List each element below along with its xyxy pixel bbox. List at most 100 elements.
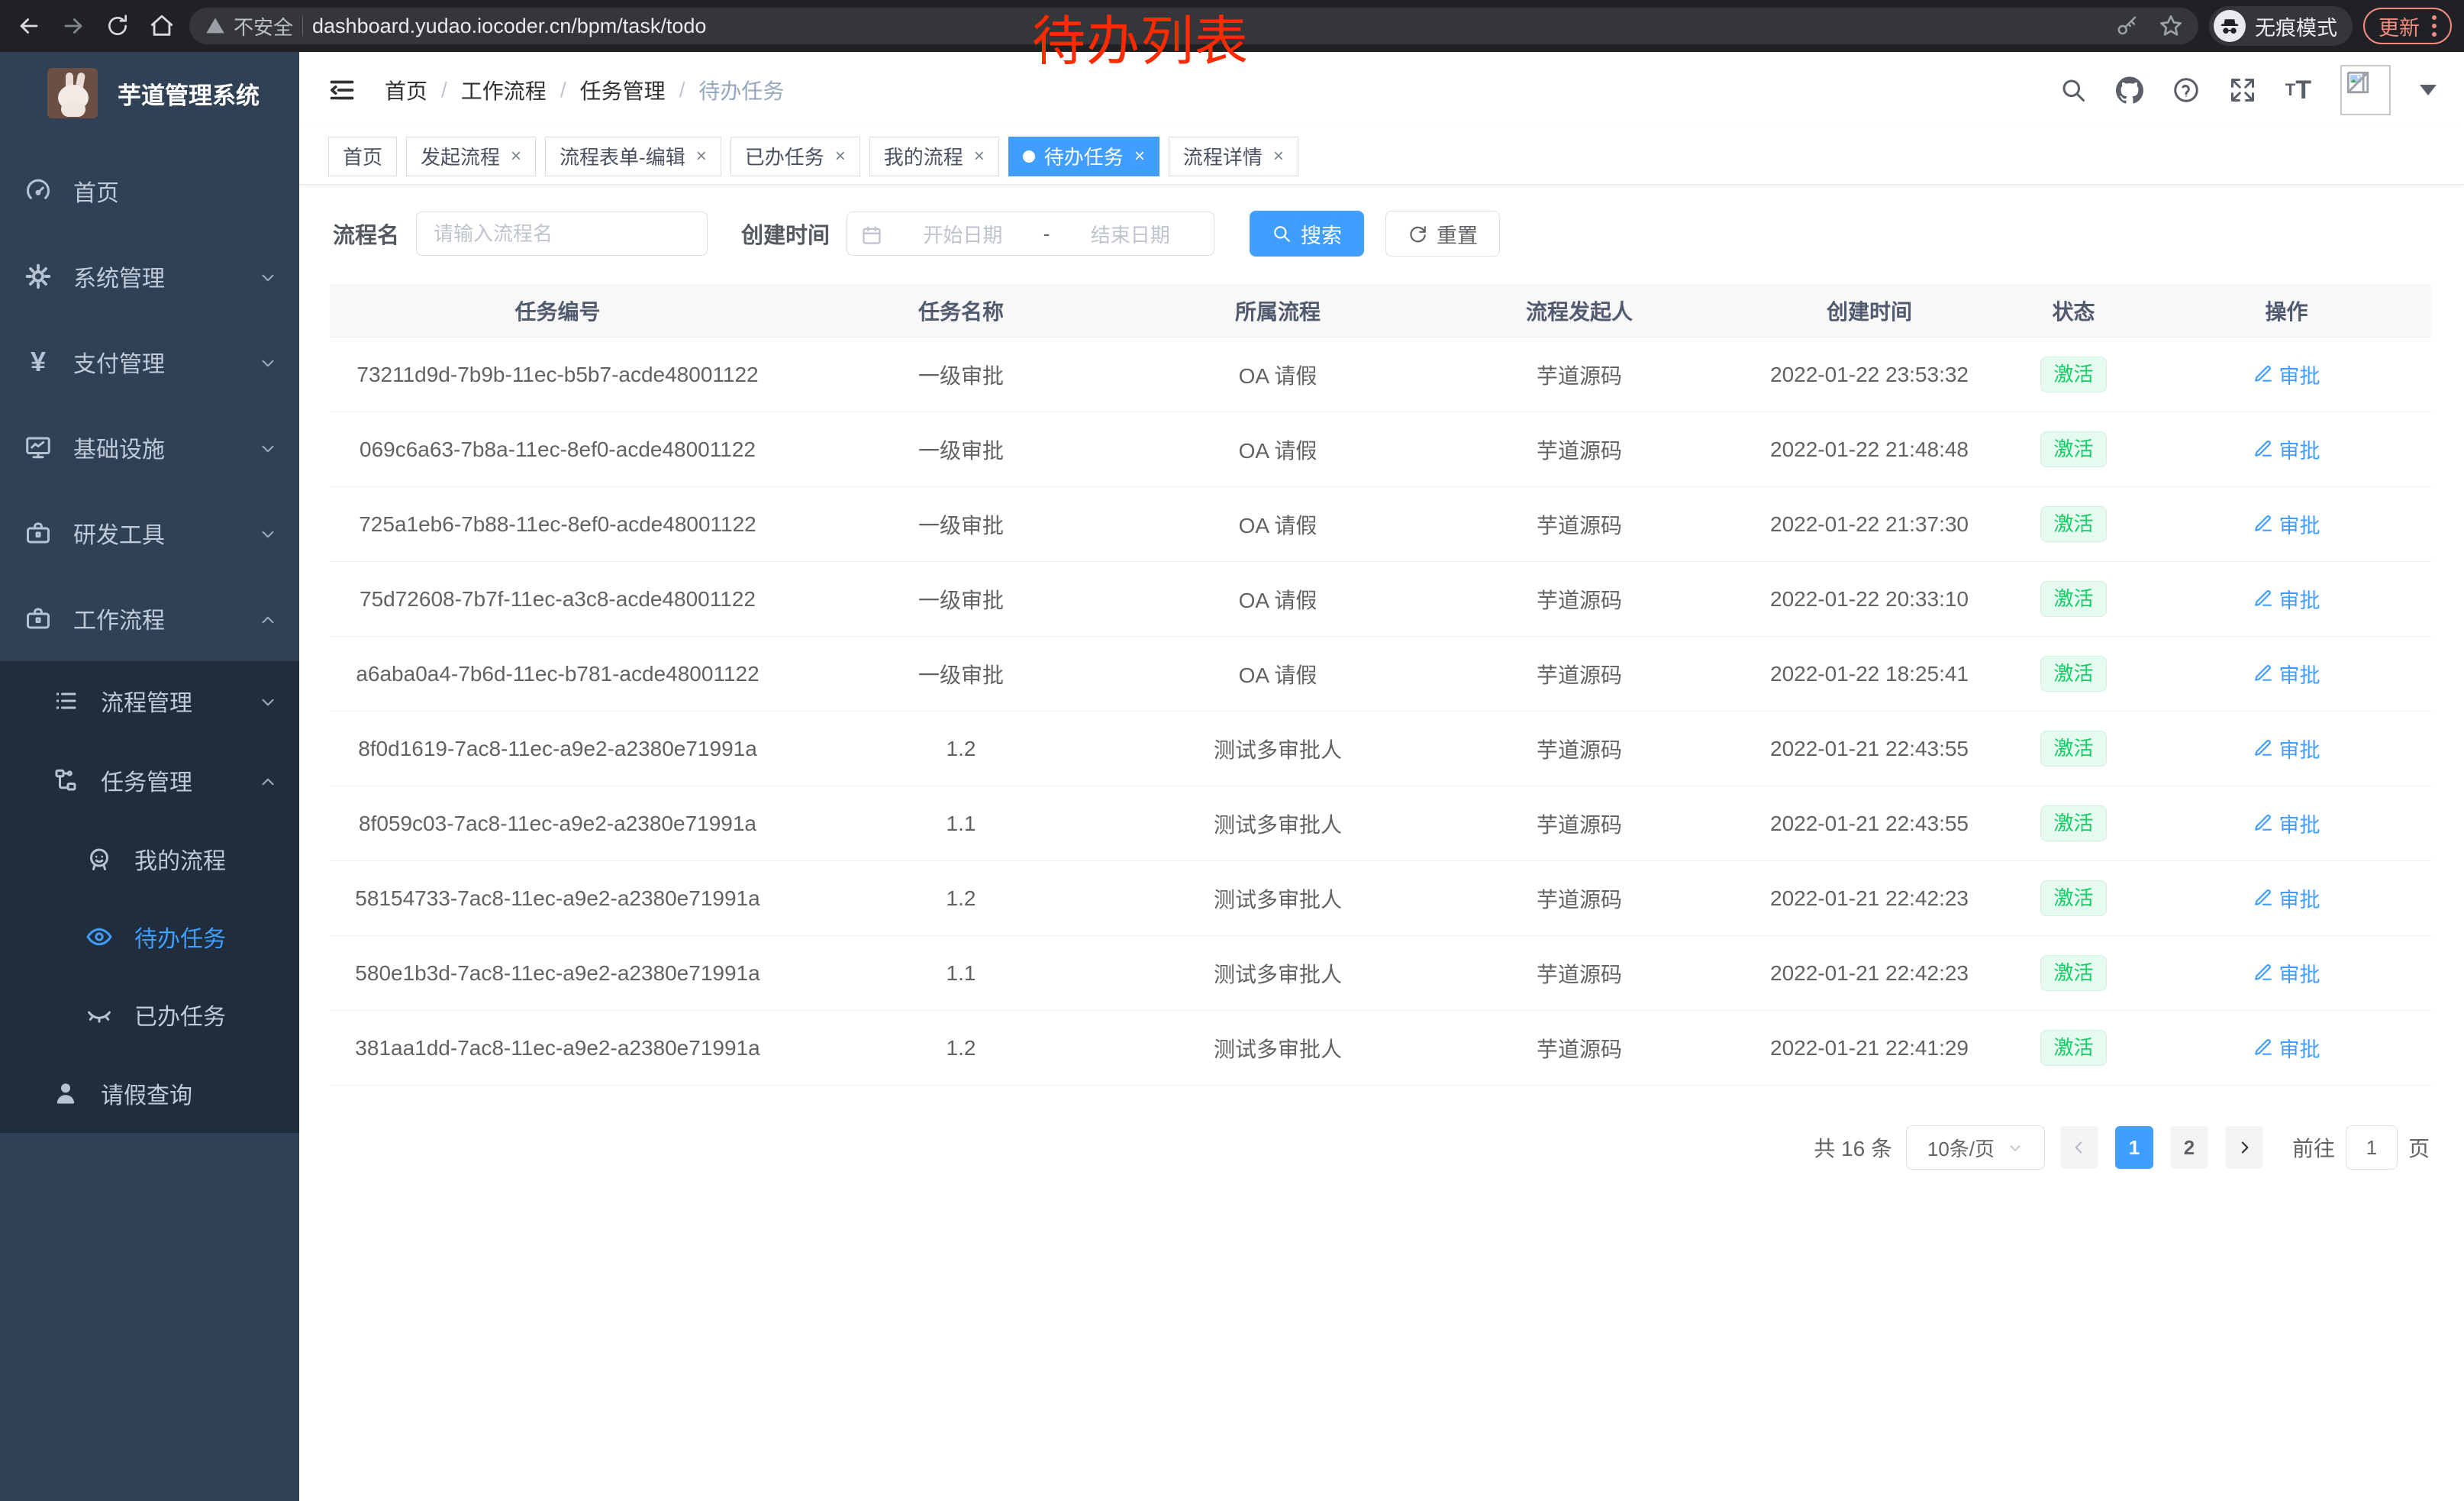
avatar[interactable] bbox=[2340, 65, 2391, 115]
task-id: 381aa1dd-7ac8-11ec-a9e2-a2380e71991a bbox=[330, 1036, 785, 1060]
search-icon[interactable] bbox=[2059, 76, 2087, 104]
sidebar-toggle-icon[interactable] bbox=[328, 76, 359, 104]
tab-form-edit[interactable]: 流程表单-编辑× bbox=[545, 137, 721, 176]
browser-menu-icon[interactable] bbox=[2432, 15, 2437, 37]
browser-forward-icon[interactable] bbox=[56, 9, 90, 43]
approve-link[interactable]: 审批 bbox=[2253, 659, 2320, 689]
browser-back-icon[interactable] bbox=[12, 9, 46, 43]
sidebar-item-done-tasks[interactable]: 已办任务 bbox=[0, 976, 299, 1054]
avatar-dropdown-icon[interactable] bbox=[2420, 85, 2437, 95]
tab-home[interactable]: 首页 bbox=[328, 137, 397, 176]
task-process: 测试多审批人 bbox=[1137, 1033, 1419, 1064]
sidebar-item-devtools[interactable]: 研发工具 bbox=[0, 490, 299, 576]
search-button[interactable]: 搜索 bbox=[1250, 211, 1364, 257]
approve-link[interactable]: 审批 bbox=[2253, 883, 2320, 913]
update-button[interactable]: 更新 bbox=[2363, 8, 2452, 44]
table-row: 8f059c03-7ac8-11ec-a9e2-a2380e71991a 1.1… bbox=[330, 786, 2431, 861]
sidebar-item-payment[interactable]: ¥ 支付管理 bbox=[0, 319, 299, 405]
task-name: 1.2 bbox=[785, 1036, 1137, 1060]
close-icon[interactable]: × bbox=[974, 146, 985, 167]
sidebar-item-system[interactable]: 系统管理 bbox=[0, 234, 299, 319]
tags-view: 首页 发起流程× 流程表单-编辑× 已办任务× 我的流程× 待办任务× 流程详情… bbox=[299, 128, 2464, 185]
sidebar-menu: 首页 系统管理 ¥ 支付管理 bbox=[0, 148, 299, 1133]
sidebar-item-process-mgmt[interactable]: 流程管理 bbox=[0, 661, 299, 741]
task-name: 1.2 bbox=[785, 737, 1137, 761]
task-name: 1.1 bbox=[785, 961, 1137, 986]
process-name-input[interactable] bbox=[416, 211, 708, 256]
approve-link[interactable]: 审批 bbox=[2253, 584, 2320, 614]
key-icon[interactable] bbox=[2116, 15, 2139, 37]
task-starter: 芋道源码 bbox=[1419, 883, 1740, 914]
task-time: 2022-01-22 23:53:32 bbox=[1740, 363, 1999, 387]
reset-button[interactable]: 重置 bbox=[1385, 211, 1500, 257]
page-button-1[interactable]: 1 bbox=[2115, 1126, 2153, 1169]
help-icon[interactable] bbox=[2172, 76, 2200, 104]
task-starter: 芋道源码 bbox=[1419, 360, 1740, 390]
browser-reload-icon[interactable] bbox=[101, 9, 134, 43]
page-button-2[interactable]: 2 bbox=[2170, 1126, 2208, 1169]
approve-link[interactable]: 审批 bbox=[2253, 1033, 2320, 1063]
task-name: 1.2 bbox=[785, 886, 1137, 911]
list-icon bbox=[50, 687, 81, 715]
sidebar-item-leave-query[interactable]: 请假查询 bbox=[0, 1054, 299, 1133]
breadcrumb-home[interactable]: 首页 bbox=[385, 75, 427, 105]
close-icon[interactable]: × bbox=[1134, 146, 1145, 167]
tab-process-detail[interactable]: 流程详情× bbox=[1169, 137, 1298, 176]
approve-link[interactable]: 审批 bbox=[2253, 734, 2320, 763]
fullscreen-icon[interactable] bbox=[2229, 76, 2256, 104]
task-time: 2022-01-21 22:42:23 bbox=[1740, 886, 1999, 911]
task-name: 一级审批 bbox=[785, 360, 1137, 390]
approve-link[interactable]: 审批 bbox=[2253, 360, 2320, 389]
status-badge: 激活 bbox=[2040, 1030, 2106, 1066]
font-size-icon[interactable]: TT bbox=[2285, 76, 2311, 105]
task-starter: 芋道源码 bbox=[1419, 509, 1740, 540]
app-logo[interactable]: 芋道管理系统 bbox=[0, 52, 299, 134]
status-badge: 激活 bbox=[2040, 506, 2106, 542]
monitor-icon bbox=[23, 434, 53, 461]
next-page-button[interactable] bbox=[2225, 1126, 2263, 1169]
sidebar-item-workflow[interactable]: 工作流程 bbox=[0, 576, 299, 661]
goto-page-input[interactable] bbox=[2346, 1125, 2398, 1170]
sidebar-item-infra[interactable]: 基础设施 bbox=[0, 405, 299, 490]
task-id: 73211d9d-7b9b-11ec-b5b7-acde48001122 bbox=[330, 363, 785, 387]
breadcrumb-workflow[interactable]: 工作流程 bbox=[461, 75, 547, 105]
sidebar-item-my-process[interactable]: 我的流程 bbox=[0, 820, 299, 898]
github-icon[interactable] bbox=[2116, 76, 2143, 104]
close-icon[interactable]: × bbox=[1273, 146, 1284, 167]
security-indicator[interactable]: 不安全 bbox=[205, 12, 293, 40]
sidebar-item-home[interactable]: 首页 bbox=[0, 148, 299, 234]
prev-page-button[interactable] bbox=[2060, 1126, 2098, 1169]
sidebar-item-todo-tasks[interactable]: 待办任务 bbox=[0, 898, 299, 976]
approve-link[interactable]: 审批 bbox=[2253, 809, 2320, 838]
close-icon[interactable]: × bbox=[835, 146, 846, 167]
chevron-down-icon bbox=[258, 689, 278, 713]
tab-my-process[interactable]: 我的流程× bbox=[869, 137, 999, 176]
table-body: 73211d9d-7b9b-11ec-b5b7-acde48001122 一级审… bbox=[330, 337, 2431, 1086]
star-icon[interactable] bbox=[2159, 14, 2183, 38]
table-row: 58154733-7ac8-11ec-a9e2-a2380e71991a 1.2… bbox=[330, 861, 2431, 936]
gear-icon bbox=[23, 263, 53, 290]
filter-bar: 流程名 创建时间 开始日期 - 结束日期 搜索 bbox=[299, 211, 2464, 257]
tab-done-tasks[interactable]: 已办任务× bbox=[730, 137, 860, 176]
col-status: 状态 bbox=[1999, 295, 2148, 326]
url-text[interactable]: dashboard.yudao.iocoder.cn/bpm/task/todo bbox=[312, 15, 706, 38]
date-range-input[interactable]: 开始日期 - 结束日期 bbox=[847, 211, 1214, 256]
approve-link[interactable]: 审批 bbox=[2253, 434, 2320, 464]
approve-link[interactable]: 审批 bbox=[2253, 509, 2320, 539]
sidebar-item-task-mgmt[interactable]: 任务管理 bbox=[0, 741, 299, 820]
approve-link[interactable]: 审批 bbox=[2253, 958, 2320, 988]
close-icon[interactable]: × bbox=[511, 146, 521, 167]
tab-todo-tasks[interactable]: 待办任务× bbox=[1008, 137, 1159, 176]
page-size-select[interactable]: 10条/页 bbox=[1906, 1125, 2045, 1170]
tab-start-process[interactable]: 发起流程× bbox=[406, 137, 536, 176]
todo-table: 任务编号 任务名称 所属流程 流程发起人 创建时间 状态 操作 73211d9d… bbox=[330, 284, 2431, 1086]
task-starter: 芋道源码 bbox=[1419, 809, 1740, 839]
process-name-label: 流程名 bbox=[333, 218, 399, 250]
browser-home-icon[interactable] bbox=[145, 9, 179, 43]
task-starter: 芋道源码 bbox=[1419, 659, 1740, 689]
breadcrumb-task-mgmt[interactable]: 任务管理 bbox=[580, 75, 666, 105]
chevron-up-icon bbox=[258, 769, 278, 792]
task-id: 725a1eb6-7b88-11ec-8ef0-acde48001122 bbox=[330, 512, 785, 537]
task-time: 2022-01-21 22:41:29 bbox=[1740, 1036, 1999, 1060]
close-icon[interactable]: × bbox=[696, 146, 707, 167]
